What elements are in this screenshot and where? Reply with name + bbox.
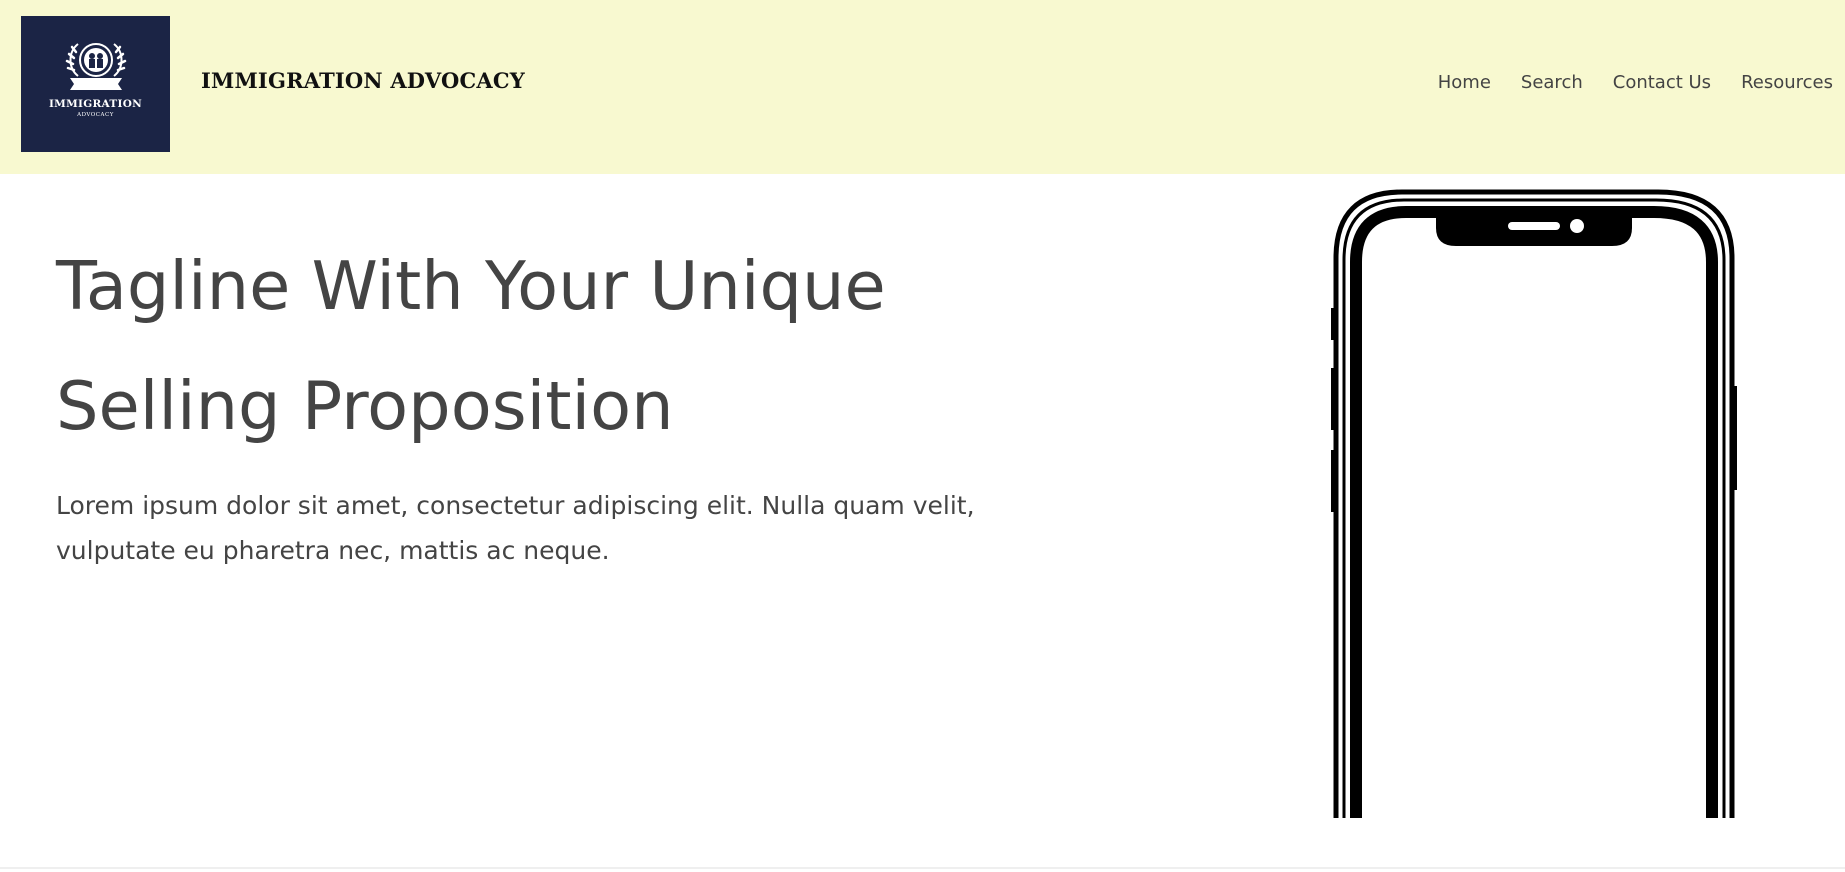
site-header: IMMIGRATION ADVOCACY IMMIGRATION ADVOCAC… [0, 0, 1845, 174]
hero-tagline: Tagline With Your Unique Selling Proposi… [56, 226, 1056, 466]
nav-resources-link[interactable]: Resources [1741, 72, 1833, 93]
nav-search-link[interactable]: Search [1521, 72, 1583, 93]
nav-contact-link[interactable]: Contact Us [1613, 72, 1711, 93]
hero-tagline-line1: Tagline With Your Unique [56, 247, 886, 325]
main-nav: Home Search Contact Us Resources [1438, 72, 1833, 93]
hero-description: Lorem ipsum dolor sit amet, consectetur … [56, 483, 1056, 573]
logo-subtitle: ADVOCACY [77, 112, 114, 118]
hero-description-line1: Lorem ipsum dolor sit amet, consectetur … [56, 491, 975, 520]
site-name[interactable]: IMMIGRATION ADVOCACY [201, 68, 525, 93]
laurel-emblem-icon [65, 43, 126, 90]
logo-title: IMMIGRATION [48, 98, 143, 110]
smartphone-outline-icon [1331, 189, 1737, 818]
section-divider [0, 867, 1845, 869]
nav-home-link[interactable]: Home [1438, 72, 1491, 93]
hero-tagline-line2: Selling Proposition [56, 367, 674, 445]
site-logo[interactable]: IMMIGRATION ADVOCACY [21, 16, 170, 152]
hero-description-line2: vulputate eu pharetra nec, mattis ac neq… [56, 536, 610, 565]
